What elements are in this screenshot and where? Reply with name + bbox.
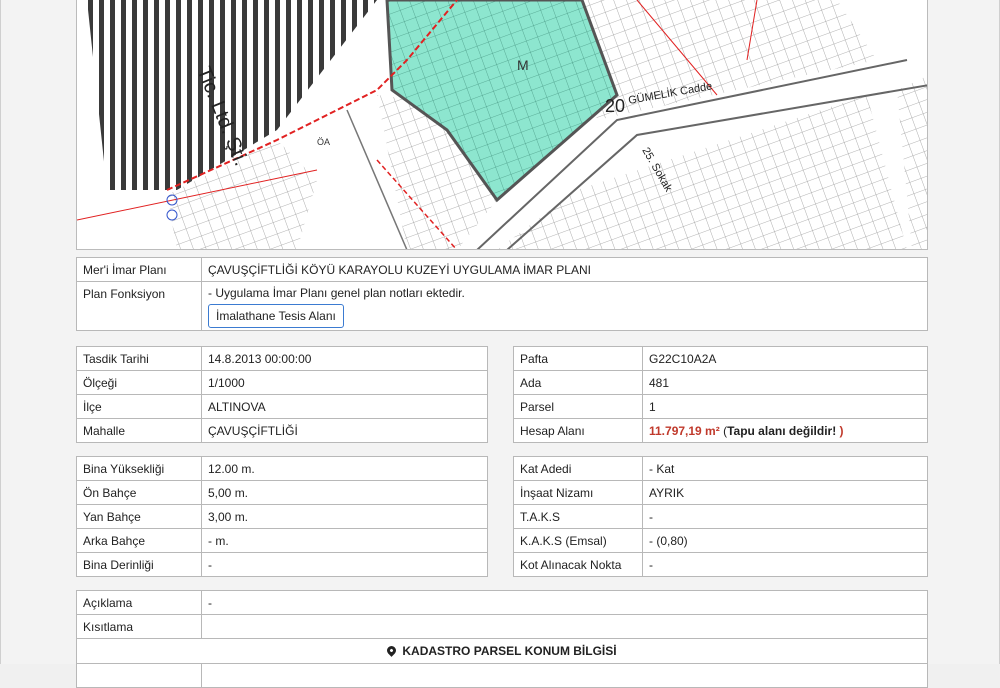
map-drawing: Tic. Ltd. Şti. 20 GÜMELİK Cadde 25. Soka… <box>77 0 927 249</box>
row-key: Açıklama <box>76 590 202 615</box>
map-pin-icon <box>385 644 399 657</box>
kadastro-title: KADASTRO PARSEL KONUM BİLGİSİ <box>402 644 617 658</box>
table-row: İlçe ALTINOVA <box>76 394 488 419</box>
row-key <box>76 663 202 688</box>
plan-key: Mer'i İmar Planı <box>76 257 202 282</box>
row-key: Pafta <box>513 346 643 371</box>
row-key: Mahalle <box>76 418 202 443</box>
row-key: Ölçeği <box>76 370 202 395</box>
row-value: 481 <box>642 370 928 395</box>
row-value: 12.00 m. <box>201 456 488 481</box>
table-row: Ada 481 <box>513 370 928 395</box>
row-key: Parsel <box>513 394 643 419</box>
kadastro-header-row: KADASTRO PARSEL KONUM BİLGİSİ <box>76 638 928 664</box>
row-key: Arka Bahçe <box>76 528 202 553</box>
plan-row: Plan Fonksiyon - Uygulama İmar Planı gen… <box>76 281 928 331</box>
area-paren-close: ) <box>839 423 844 438</box>
row-key: İlçe <box>76 394 202 419</box>
row-value: 5,00 m. <box>201 480 488 505</box>
kadastro-header: KADASTRO PARSEL KONUM BİLGİSİ <box>76 638 928 664</box>
table-row: İnşaat Nizamı AYRIK <box>513 480 928 505</box>
row-key: Ada <box>513 370 643 395</box>
row-value: ÇAVUŞÇİFTLİĞİ <box>201 418 488 443</box>
plan-table: Mer'i İmar Planı ÇAVUŞÇİFTLİĞİ KÖYÜ KARA… <box>76 257 928 331</box>
row-key: İnşaat Nizamı <box>513 480 643 505</box>
row-value: AYRIK <box>642 480 928 505</box>
table-row: Kısıtlama <box>76 614 928 639</box>
area-cell: 11.797,19 m² (Tapu alanı değildir! ) <box>642 418 928 443</box>
map-label-parcel: M <box>517 57 529 73</box>
row-value: 1 <box>642 394 928 419</box>
page: Tic. Ltd. Şti. 20 GÜMELİK Cadde 25. Soka… <box>0 0 1000 688</box>
table-row: K.A.K.S (Emsal) - (0,80) <box>513 528 928 553</box>
table-row: Hesap Alanı 11.797,19 m² (Tapu alanı değ… <box>513 418 928 443</box>
table-row: Yan Bahçe 3,00 m. <box>76 504 488 529</box>
plan-row: Mer'i İmar Planı ÇAVUŞÇİFTLİĞİ KÖYÜ KARA… <box>76 257 928 282</box>
row-value: 1/1000 <box>201 370 488 395</box>
map-label-street-num: 20 <box>605 96 625 116</box>
row-key: Ön Bahçe <box>76 480 202 505</box>
row-key: Kat Adedi <box>513 456 643 481</box>
row-value <box>201 663 928 688</box>
map-label-oa: ÖA <box>317 137 330 147</box>
row-key: Kot Alınacak Nokta <box>513 552 643 577</box>
info-table-right: Pafta G22C10A2A Ada 481 Parsel 1 Hesap Alan… <box>513 346 928 443</box>
info-table-left: Tasdik Tarihi 14.8.2013 00:00:00 Ölçeği 1/… <box>76 346 488 443</box>
area-note: Tapu alanı değildir! <box>727 423 837 438</box>
row-key: Kısıtlama <box>76 614 202 639</box>
row-key: Bina Yüksekliği <box>76 456 202 481</box>
notes-table: Açıklama - Kısıtlama KADASTRO PARSEL KONU… <box>76 590 928 688</box>
row-key: Hesap Alanı <box>513 418 643 443</box>
row-value: G22C10A2A <box>642 346 928 371</box>
table-row: Bina Derinliği - <box>76 552 488 577</box>
plan-value: - Uygulama İmar Planı genel plan notları… <box>208 286 465 300</box>
plan-key: Plan Fonksiyon <box>76 281 202 331</box>
row-value: - (0,80) <box>642 528 928 553</box>
plan-function-cell: - Uygulama İmar Planı genel plan notları… <box>201 281 928 331</box>
row-value: - Kat <box>642 456 928 481</box>
table-row <box>76 663 928 688</box>
row-value: 3,00 m. <box>201 504 488 529</box>
table-row: Tasdik Tarihi 14.8.2013 00:00:00 <box>76 346 488 371</box>
row-value: 14.8.2013 00:00:00 <box>201 346 488 371</box>
zoning-map[interactable]: Tic. Ltd. Şti. 20 GÜMELİK Cadde 25. Soka… <box>76 0 928 250</box>
plan-value: ÇAVUŞÇİFTLİĞİ KÖYÜ KARAYOLU KUZEYİ UYGUL… <box>201 257 928 282</box>
area-value: 11.797,19 m² <box>649 423 720 438</box>
row-value: - <box>642 504 928 529</box>
table-row: Kot Alınacak Nokta - <box>513 552 928 577</box>
row-value: - m. <box>201 528 488 553</box>
row-value <box>201 614 928 639</box>
table-row: Ölçeği 1/1000 <box>76 370 488 395</box>
table-row: Açıklama - <box>76 590 928 615</box>
table-row: Arka Bahçe - m. <box>76 528 488 553</box>
table-row: Mahalle ÇAVUŞÇİFTLİĞİ <box>76 418 488 443</box>
build-table-left: Bina Yüksekliği 12.00 m. Ön Bahçe 5,00 m. … <box>76 456 488 577</box>
row-key: K.A.K.S (Emsal) <box>513 528 643 553</box>
row-value: ALTINOVA <box>201 394 488 419</box>
table-row: T.A.K.S - <box>513 504 928 529</box>
row-key: Bina Derinliği <box>76 552 202 577</box>
table-row: Ön Bahçe 5,00 m. <box>76 480 488 505</box>
row-key: Tasdik Tarihi <box>76 346 202 371</box>
row-value: - <box>201 590 928 615</box>
table-row: Parsel 1 <box>513 394 928 419</box>
row-key: Yan Bahçe <box>76 504 202 529</box>
row-value: - <box>201 552 488 577</box>
build-table-right: Kat Adedi - Kat İnşaat Nizamı AYRIK T.A.K.… <box>513 456 928 577</box>
table-row: Pafta G22C10A2A <box>513 346 928 371</box>
table-row: Kat Adedi - Kat <box>513 456 928 481</box>
table-row: Bina Yüksekliği 12.00 m. <box>76 456 488 481</box>
row-key: T.A.K.S <box>513 504 643 529</box>
row-value: - <box>642 552 928 577</box>
function-button[interactable]: İmalathane Tesis Alanı <box>208 304 344 328</box>
